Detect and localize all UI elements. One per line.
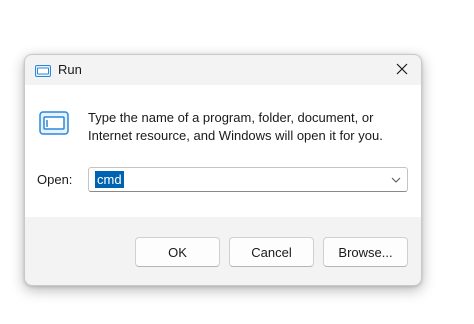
window-title: Run (58, 62, 82, 77)
open-combobox[interactable]: cmd (88, 167, 408, 192)
close-button[interactable] (389, 59, 415, 83)
chevron-down-icon[interactable] (389, 173, 403, 187)
browse-button[interactable]: Browse... (323, 237, 408, 267)
open-input-value[interactable]: cmd (95, 171, 124, 188)
dialog-content: Type the name of a program, folder, docu… (25, 85, 421, 217)
ok-button[interactable]: OK (135, 237, 220, 267)
run-icon (39, 111, 69, 135)
close-icon (396, 62, 408, 80)
run-icon (35, 64, 51, 77)
run-dialog: Run Type the name of a program, folder, … (24, 54, 422, 286)
dialog-description: Type the name of a program, folder, docu… (88, 110, 383, 143)
cancel-button[interactable]: Cancel (229, 237, 314, 267)
title-bar[interactable]: Run (25, 55, 421, 85)
button-bar: OK Cancel Browse... (25, 217, 421, 285)
open-label: Open: (37, 172, 73, 187)
